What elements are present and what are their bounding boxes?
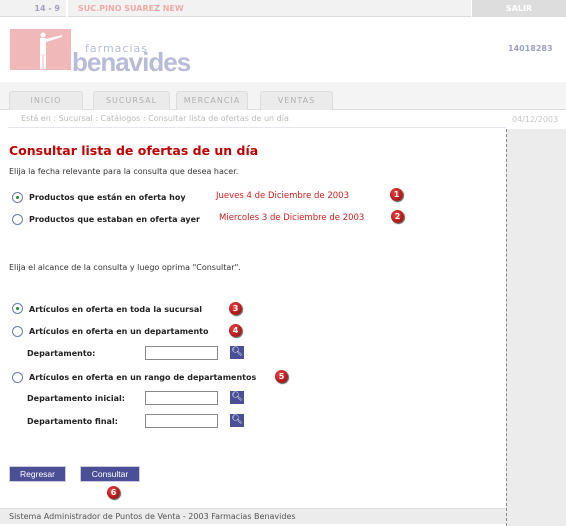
- logo-figure-icon: [10, 29, 71, 70]
- search-icon[interactable]: 🔍︎: [230, 414, 244, 427]
- radio-department-range-label: Artículos en oferta en un rango de depar…: [29, 373, 257, 382]
- page-title: Consultar lista de ofertas de un día: [9, 143, 259, 158]
- radio-department-range[interactable]: [12, 372, 23, 383]
- logout-button[interactable]: SALIR: [471, 0, 566, 17]
- current-date: 04/12/2003: [512, 115, 559, 124]
- branch-name: SUC.PINO SUAREZ NEW: [78, 4, 184, 13]
- search-icon[interactable]: 🔍︎: [230, 391, 244, 404]
- search-icon[interactable]: 🔍︎: [230, 346, 244, 359]
- departamento-final-label: Departamento final:: [27, 417, 118, 426]
- user-id: 14018283: [508, 44, 553, 53]
- radio-one-department-label: Artículos en oferta en un departamento: [29, 327, 209, 336]
- departamento-final-input[interactable]: [145, 414, 218, 428]
- logo-area: farmacias benavides 14018283: [0, 17, 566, 82]
- radio-today-label: Productos que están en oferta hoy: [29, 193, 186, 202]
- tab-sucursal[interactable]: SUCURSAL: [93, 91, 170, 110]
- consultar-button[interactable]: Consultar: [80, 466, 140, 482]
- tab-mercancia[interactable]: MERCANCÍA: [176, 91, 248, 110]
- tab-inicio[interactable]: INICIO: [9, 91, 83, 110]
- radio-whole-branch-label: Artículos en oferta en toda la sucursal: [29, 305, 202, 314]
- step-badge: 2: [391, 210, 404, 223]
- breadcrumb: Está en : Sucursal : Catálogos : Consult…: [8, 111, 506, 128]
- tab-bar: INICIO SUCURSAL MERCANCÍA VENTAS: [0, 82, 566, 110]
- tab-ventas[interactable]: VENTAS: [260, 91, 333, 110]
- scope-instruction: Elija el alcance de la consulta y luego …: [9, 263, 241, 272]
- logo-text: benavides: [72, 47, 191, 77]
- footer: Sistema Administrador de Puntos de Venta…: [0, 508, 506, 524]
- departamento-input[interactable]: [145, 346, 218, 360]
- step-badge: 4: [229, 324, 242, 337]
- departamento-inicial-input[interactable]: [145, 391, 218, 405]
- radio-yesterday[interactable]: [12, 214, 23, 225]
- yesterday-date: Miercoles 3 de Diciembre de 2003: [219, 213, 365, 223]
- branch-code: 14 - 9: [0, 0, 68, 17]
- today-date: Jueves 4 de Diciembre de 2003: [216, 191, 349, 201]
- step-badge: 6: [107, 486, 120, 499]
- radio-yesterday-label: Productos que estaban en oferta ayer: [29, 215, 200, 224]
- step-badge: 1: [390, 188, 403, 201]
- top-bar: 14 - 9 SUC.PINO SUAREZ NEW SALIR: [0, 0, 566, 17]
- departamento-inicial-label: Departamento inicial:: [27, 394, 125, 403]
- back-button[interactable]: Regresar: [9, 466, 66, 482]
- radio-one-department[interactable]: [12, 326, 23, 337]
- departamento-label: Departamento:: [27, 349, 96, 358]
- radio-today[interactable]: [12, 192, 23, 203]
- date-instruction: Elija la fecha relevante para la consult…: [9, 167, 239, 176]
- step-badge: 5: [275, 370, 288, 383]
- right-panel: [506, 129, 566, 526]
- radio-whole-branch[interactable]: [12, 303, 23, 314]
- step-badge: 3: [229, 302, 242, 315]
